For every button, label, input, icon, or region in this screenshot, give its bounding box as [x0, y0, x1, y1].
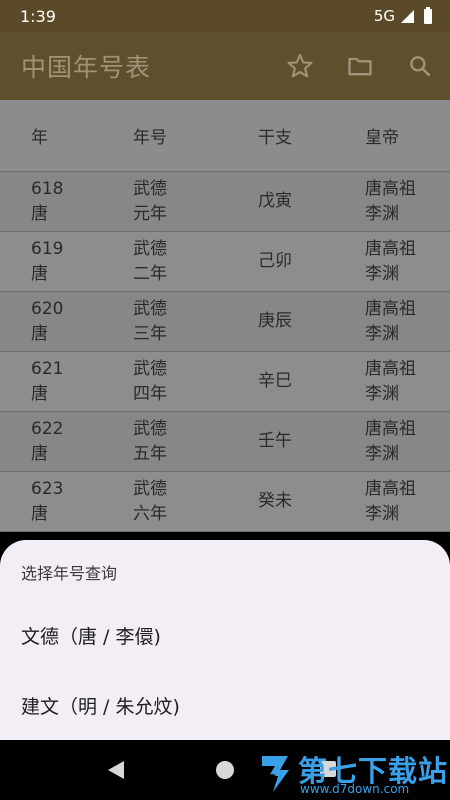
table-row[interactable]: 618 唐武德 元年 戊寅 唐高祖 李渊 — [0, 172, 450, 232]
cell-era2: 四年 — [133, 383, 167, 404]
watermark-logo-icon — [262, 756, 289, 792]
era-table: 年 年号 干支 皇帝 618 唐武德 元年 戊寅 唐高祖 李渊 619 唐武德 二年 己卯 唐高祖李… — [0, 100, 450, 532]
cell-era2: 三年 — [133, 323, 167, 344]
cell-dynasty: 唐 — [31, 443, 48, 464]
cell-emperor: 唐高祖 李渊 — [365, 417, 450, 467]
cell-ganzhi: 癸未 — [258, 491, 292, 511]
cell-year: 619 — [31, 238, 64, 259]
watermark-url: www.d7down.com — [300, 782, 410, 796]
cell-emp1: 唐高祖 — [365, 178, 416, 199]
cell-dynasty: 唐 — [31, 263, 48, 284]
table-row[interactable]: 619 唐武德 二年 己卯 唐高祖 李渊 — [0, 232, 450, 292]
cell-dynasty: 唐 — [31, 383, 48, 404]
cell-era2: 二年 — [133, 263, 167, 284]
cell-year: 618 唐 — [0, 177, 133, 227]
bottom-sheet: 选择年号查询 文德（唐 / 李儇) 建文（明 / 朱允炆) — [0, 540, 450, 740]
back-icon[interactable] — [108, 761, 124, 779]
cell-emp2: 李渊 — [365, 263, 399, 284]
cell-dynasty: 唐 — [31, 203, 48, 224]
cell-year: 621 唐 — [0, 357, 133, 407]
app-title: 中国年号表 — [21, 53, 152, 82]
table-row[interactable]: 621 唐武德 四年 辛巳 唐高祖 李渊 — [0, 352, 450, 412]
cell-era1: 武德 — [133, 238, 167, 259]
header-ganzhi: 干支 — [258, 128, 292, 148]
table-row[interactable]: 622 唐武德 五年 壬午 唐高祖 李渊 — [0, 412, 450, 472]
status-time: 1:39 — [20, 6, 56, 26]
star-icon[interactable] — [270, 36, 330, 96]
cell-era2: 元年 — [133, 203, 167, 224]
cell-year: 619 唐 — [0, 237, 133, 287]
cell-ganzhi: 庚辰 — [258, 309, 365, 334]
cell-ganzhi: 己卯 — [258, 249, 365, 274]
cell-era: 武德 三年 — [133, 297, 258, 347]
header-era: 年号 — [133, 128, 167, 148]
sheet-title: 选择年号查询 — [21, 564, 118, 583]
cell-era2: 六年 — [133, 503, 167, 524]
cell-ganzhi: 辛巳 — [258, 369, 365, 394]
cell-emperor: 唐高祖 李渊 — [365, 357, 450, 407]
cell-emperor: 唐高祖 李渊 — [365, 237, 450, 287]
header-emperor: 皇帝 — [365, 128, 399, 148]
cell-emp1: 唐高祖 — [365, 238, 416, 259]
cell-year: 618 — [31, 178, 64, 199]
table-body: 618 唐武德 元年 戊寅 唐高祖 李渊 619 唐武德 二年 己卯 唐高祖 李渊 620 唐武德 三年 庚辰… — [0, 172, 450, 532]
cell-year: 620 — [31, 298, 64, 319]
cell-dynasty: 唐 — [31, 503, 48, 524]
app-bar: 中国年号表 — [0, 32, 450, 100]
cell-era: 武德 四年 — [133, 357, 258, 407]
cell-emp1: 唐高祖 — [365, 298, 416, 319]
table-header: 年 年号 干支 皇帝 — [0, 100, 450, 172]
network-label: 5G — [373, 7, 395, 25]
cell-emp1: 唐高祖 — [365, 358, 416, 379]
cell-emperor: 唐高祖 李渊 — [365, 177, 450, 227]
cell-ganzhi: 戊寅 — [258, 189, 365, 214]
cell-dynasty: 唐 — [31, 323, 48, 344]
cell-ganzhi: 癸未 — [258, 489, 365, 514]
cell-emperor: 唐高祖 李渊 — [365, 477, 450, 527]
cell-era1: 武德 — [133, 178, 167, 199]
header-year: 年 — [31, 128, 48, 148]
table-row[interactable]: 623 唐武德 六年 癸未 唐高祖 李渊 — [0, 472, 450, 532]
appbar-actions — [270, 32, 450, 100]
cell-era1: 武德 — [133, 418, 167, 439]
cell-ganzhi: 戊寅 — [258, 191, 292, 211]
sheet-item-wende[interactable]: 文德（唐 / 李儇) — [21, 607, 431, 663]
cell-era1: 武德 — [133, 478, 167, 499]
sheet-item-jianwen[interactable]: 建文（明 / 朱允炆) — [21, 677, 431, 733]
cell-ganzhi: 壬午 — [258, 429, 365, 454]
cell-year: 623 — [31, 478, 64, 499]
folder-icon[interactable] — [330, 36, 390, 96]
cell-year: 621 — [31, 358, 64, 379]
cell-ganzhi: 辛巳 — [258, 371, 292, 391]
cell-emp2: 李渊 — [365, 323, 399, 344]
status-bar: 1:39 5G — [0, 0, 450, 32]
cell-emperor: 唐高祖 李渊 — [365, 297, 450, 347]
cell-year: 620 唐 — [0, 297, 133, 347]
cell-ganzhi: 己卯 — [258, 251, 292, 271]
cell-emp2: 李渊 — [365, 203, 399, 224]
cell-emp2: 李渊 — [365, 503, 399, 524]
cell-era1: 武德 — [133, 358, 167, 379]
signal-icon — [401, 9, 414, 23]
cell-emp2: 李渊 — [365, 443, 399, 464]
cell-year: 622 唐 — [0, 417, 133, 467]
cell-year: 623 唐 — [0, 477, 133, 527]
cell-emp2: 李渊 — [365, 383, 399, 404]
status-icons: 5G — [373, 6, 432, 25]
cell-era2: 五年 — [133, 443, 167, 464]
cell-era: 武德 五年 — [133, 417, 258, 467]
home-icon[interactable] — [216, 761, 234, 779]
cell-era: 武德 二年 — [133, 237, 258, 287]
cell-era: 武德 元年 — [133, 177, 258, 227]
table-row[interactable]: 620 唐武德 三年 庚辰 唐高祖 李渊 — [0, 292, 450, 352]
cell-era: 武德 六年 — [133, 477, 258, 527]
cell-ganzhi: 庚辰 — [258, 311, 292, 331]
battery-icon — [424, 6, 432, 24]
cell-year: 622 — [31, 418, 64, 439]
cell-emp1: 唐高祖 — [365, 478, 416, 499]
cell-era1: 武德 — [133, 298, 167, 319]
search-icon[interactable] — [390, 36, 450, 96]
cell-emp1: 唐高祖 — [365, 418, 416, 439]
cell-ganzhi: 壬午 — [258, 431, 292, 451]
